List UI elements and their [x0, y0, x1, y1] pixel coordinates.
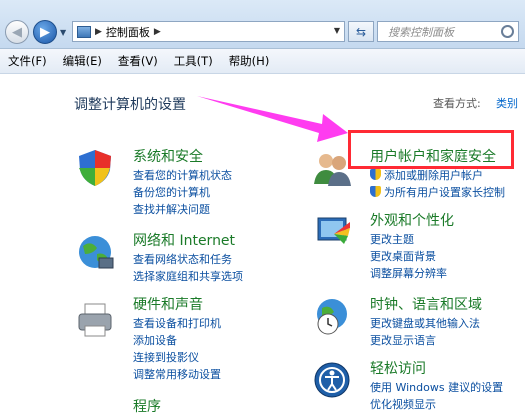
category-title-system-security[interactable]: 系统和安全	[133, 146, 203, 166]
back-button[interactable]: ◀	[5, 20, 29, 44]
category-clock: 时钟、语言和区域 更改键盘或其他输入法 更改显示语言	[312, 294, 522, 354]
link-backup-computer[interactable]: 备份您的计算机	[133, 184, 232, 201]
breadcrumb-separator-icon[interactable]: ▶	[154, 27, 161, 37]
printer-icon	[78, 303, 112, 337]
link-devices-printers[interactable]: 查看设备和打印机	[133, 315, 221, 332]
link-desktop-background[interactable]: 更改桌面背景	[370, 248, 447, 265]
forward-arrow-icon: ▶	[40, 24, 50, 40]
category-network: 网络和 Internet 查看网络状态和任务 选择家庭组和共享选项	[75, 230, 275, 290]
search-input[interactable]: 搜索控制面板	[377, 21, 519, 42]
recent-pages-dropdown-icon[interactable]: ▼	[60, 28, 66, 37]
control-panel-content: 调整计算机的设置 查看方式: 类别 系统和安全 查看您的计算机状态 备份您的计算…	[0, 74, 525, 415]
control-panel-icon	[77, 25, 91, 38]
menu-help[interactable]: 帮助(H)	[221, 53, 278, 69]
category-ease-of-access: 轻松访问 使用 Windows 建议的设置 优化视频显示	[312, 358, 522, 411]
category-hardware: 硬件和声音 查看设备和打印机 添加设备 连接到投影仪 调整常用移动设置	[75, 294, 275, 389]
link-mobility-settings[interactable]: 调整常用移动设置	[133, 366, 221, 383]
ease-of-access-icon	[314, 362, 350, 398]
highlight-box	[348, 130, 514, 169]
search-icon[interactable]	[501, 25, 514, 38]
link-homegroup-sharing[interactable]: 选择家庭组和共享选项	[133, 268, 243, 285]
link-display-language[interactable]: 更改显示语言	[370, 332, 480, 349]
address-field[interactable]: ▶ 控制面板 ▶ ▼	[72, 21, 345, 42]
page-title: 调整计算机的设置	[74, 97, 186, 113]
menu-file[interactable]: 文件(F)	[0, 53, 55, 69]
link-network-status[interactable]: 查看网络状态和任务	[133, 251, 243, 268]
link-add-remove-accounts[interactable]: 添加或删除用户帐户	[370, 167, 505, 184]
category-title-ease-of-access[interactable]: 轻松访问	[370, 358, 426, 378]
uac-shield-icon	[370, 169, 381, 180]
breadcrumb-separator-icon[interactable]: ▶	[95, 27, 102, 37]
appearance-icon	[317, 217, 350, 244]
category-title-hardware[interactable]: 硬件和声音	[133, 294, 203, 314]
link-keyboard-input[interactable]: 更改键盘或其他输入法	[370, 315, 480, 332]
category-title-clock[interactable]: 时钟、语言和区域	[370, 294, 482, 314]
link-connect-projector[interactable]: 连接到投影仪	[133, 349, 221, 366]
forward-button[interactable]: ▶	[33, 20, 57, 44]
category-system-security: 系统和安全 查看您的计算机状态 备份您的计算机 查找并解决问题	[75, 146, 275, 216]
address-toolbar: ◀ ▶ ▼ ▶ 控制面板 ▶ ▼ ⇆ 搜索控制面板	[0, 0, 525, 49]
link-screen-resolution[interactable]: 调整屏幕分辨率	[370, 265, 447, 282]
clock-globe-icon	[317, 299, 347, 335]
category-title-network[interactable]: 网络和 Internet	[133, 230, 235, 250]
address-dropdown-icon[interactable]: ▼	[334, 26, 340, 35]
link-change-theme[interactable]: 更改主题	[370, 231, 447, 248]
breadcrumb-control-panel[interactable]: 控制面板	[106, 24, 150, 40]
category-title-programs[interactable]: 程序	[133, 396, 161, 416]
link-windows-suggested-settings[interactable]: 使用 Windows 建议的设置	[370, 379, 503, 396]
view-by-label: 查看方式:	[433, 97, 481, 110]
menu-view[interactable]: 查看(V)	[110, 53, 166, 69]
users-icon	[314, 154, 351, 186]
view-by-dropdown[interactable]: 类别	[496, 95, 518, 111]
network-globe-icon	[79, 236, 114, 269]
menu-tools[interactable]: 工具(T)	[166, 53, 221, 69]
link-parental-controls[interactable]: 为所有用户设置家长控制	[370, 184, 505, 201]
menu-bar: 文件(F) 编辑(E) 查看(V) 工具(T) 帮助(H)	[0, 49, 525, 74]
link-add-device[interactable]: 添加设备	[133, 332, 221, 349]
category-appearance: 外观和个性化 更改主题 更改桌面背景 调整屏幕分辨率	[312, 210, 522, 280]
search-placeholder: 搜索控制面板	[388, 25, 454, 39]
category-title-appearance[interactable]: 外观和个性化	[370, 210, 454, 230]
uac-shield-icon	[370, 186, 381, 197]
refresh-icon: ⇆	[355, 24, 367, 39]
link-view-computer-status[interactable]: 查看您的计算机状态	[133, 167, 232, 184]
refresh-button[interactable]: ⇆	[348, 21, 374, 42]
category-programs: 程序	[75, 396, 275, 416]
shield-icon	[79, 150, 111, 186]
back-arrow-icon: ◀	[12, 24, 22, 40]
menu-edit[interactable]: 编辑(E)	[55, 53, 110, 69]
link-troubleshoot[interactable]: 查找并解决问题	[133, 201, 232, 218]
